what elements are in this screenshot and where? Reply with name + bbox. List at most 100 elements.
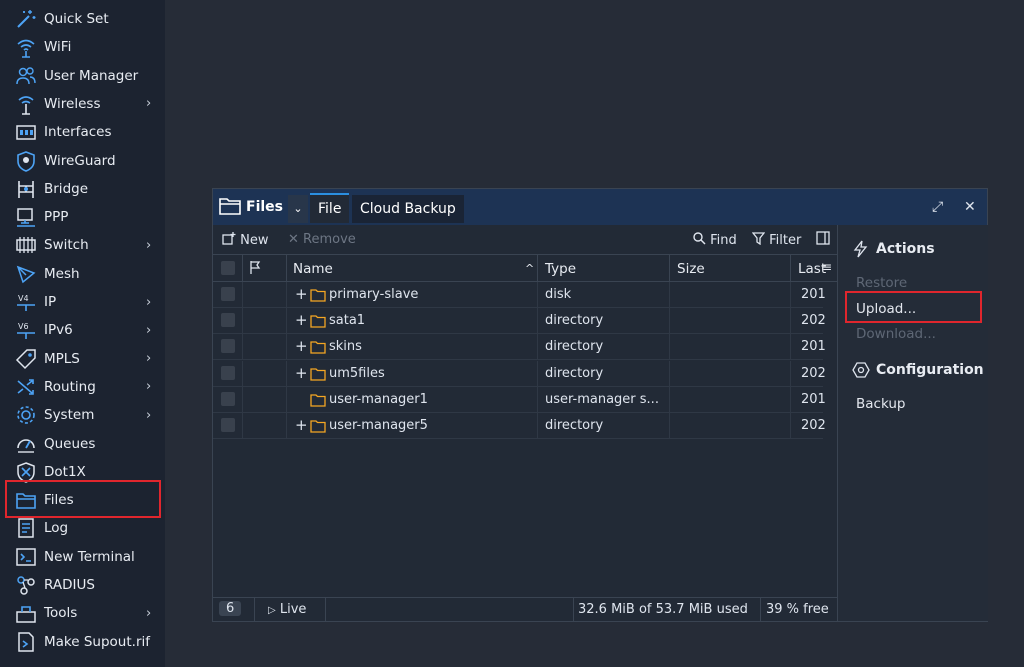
remove-button[interactable]: ✕ Remove bbox=[288, 232, 356, 247]
sidebar-item-wireless[interactable]: Wireless › bbox=[0, 90, 165, 118]
expand-icon[interactable]: + bbox=[295, 416, 308, 434]
column-type[interactable]: Type bbox=[545, 261, 576, 277]
folder-icon bbox=[310, 392, 326, 407]
sidebar-item-label: RADIUS bbox=[44, 577, 95, 593]
tab-cloud-backup[interactable]: Cloud Backup bbox=[352, 195, 464, 223]
table-row[interactable]: + user-manager5 directory 202 bbox=[213, 413, 826, 439]
mpls-icon bbox=[15, 348, 37, 370]
sidebar-item-interfaces[interactable]: Interfaces bbox=[0, 118, 165, 146]
table-row[interactable]: user-manager1 user-manager s... 201 bbox=[213, 386, 826, 413]
sidebar-item-switch[interactable]: Switch › bbox=[0, 231, 165, 259]
find-button[interactable]: Find bbox=[693, 232, 737, 248]
sidebar-item-dot1x[interactable]: Dot1X bbox=[0, 458, 165, 486]
sidebar-item-system[interactable]: System › bbox=[0, 401, 165, 429]
row-checkbox[interactable] bbox=[221, 339, 235, 354]
row-checkbox[interactable] bbox=[221, 418, 235, 432]
sidebar-item-ip[interactable]: V4 IP › bbox=[0, 288, 165, 316]
disk-usage: 32.6 MiB of 53.7 MiB used bbox=[578, 602, 748, 617]
live-label: Live bbox=[279, 602, 307, 617]
expand-icon[interactable]: + bbox=[295, 285, 308, 303]
sidebar-item-queues[interactable]: Queues bbox=[0, 430, 165, 458]
column-size[interactable]: Size bbox=[677, 261, 705, 277]
backup-button[interactable]: Backup bbox=[856, 396, 906, 412]
folder-icon bbox=[310, 339, 326, 355]
sidebar-item-label: Quick Set bbox=[44, 11, 109, 27]
live-toggle[interactable]: ▷ Live bbox=[268, 602, 306, 617]
expand-icon[interactable]: + bbox=[295, 337, 308, 355]
new-button[interactable]: New bbox=[222, 232, 269, 248]
upload-button[interactable]: Upload... bbox=[856, 301, 916, 317]
file-name: skins bbox=[329, 339, 362, 355]
sidebar-item-radius[interactable]: RADIUS bbox=[0, 571, 165, 599]
file-name: primary-slave bbox=[329, 287, 419, 302]
table-row[interactable]: + um5files directory 202 bbox=[213, 360, 826, 387]
switch-icon bbox=[15, 234, 37, 256]
panel-toggle-icon[interactable] bbox=[816, 231, 830, 249]
new-label: New bbox=[240, 233, 269, 248]
chevron-down-icon[interactable]: ⌄ bbox=[288, 195, 308, 223]
chevron-right-icon: › bbox=[146, 294, 152, 310]
filter-label: Filter bbox=[769, 233, 802, 248]
expand-icon[interactable]: + bbox=[295, 311, 308, 329]
sidebar-item-files[interactable]: Files bbox=[0, 486, 165, 514]
table-row[interactable]: + primary-slave disk 201 bbox=[213, 282, 826, 308]
table-row[interactable]: + skins directory 201 bbox=[213, 334, 826, 361]
tab-file[interactable]: File bbox=[310, 193, 350, 223]
column-name[interactable]: Name bbox=[293, 261, 333, 277]
folder-icon bbox=[310, 287, 326, 302]
sidebar-item-ppp[interactable]: PPP bbox=[0, 203, 165, 231]
select-all-checkbox[interactable] bbox=[221, 261, 235, 275]
dot1x-icon bbox=[15, 461, 37, 483]
sidebar-item-new-terminal[interactable]: New Terminal bbox=[0, 543, 165, 571]
files-table: Name ^ Type Size Last ≡ + primary-slave di… bbox=[213, 254, 837, 597]
file-last-modified: 202 bbox=[801, 418, 826, 433]
bridge-icon bbox=[15, 178, 37, 200]
folder-icon bbox=[15, 489, 37, 511]
sidebar-item-label: Interfaces bbox=[44, 124, 112, 141]
sidebar-item-log[interactable]: Log bbox=[0, 514, 165, 542]
sort-asc-icon: ^ bbox=[525, 262, 535, 275]
chevron-right-icon: › bbox=[146, 322, 152, 338]
folder-icon bbox=[310, 313, 326, 328]
sidebar-item-tools[interactable]: Tools › bbox=[0, 599, 165, 627]
filter-icon bbox=[751, 232, 766, 246]
sidebar-item-user-manager[interactable]: User Manager bbox=[0, 62, 165, 90]
sidebar-item-label: WireGuard bbox=[44, 152, 116, 169]
sidebar-item-routing[interactable]: Routing › bbox=[0, 373, 165, 401]
close-icon[interactable]: ✕ bbox=[964, 199, 976, 215]
table-row[interactable]: + sata1 directory 202 bbox=[213, 308, 826, 335]
sidebar-item-bridge[interactable]: Bridge bbox=[0, 175, 165, 203]
wand-icon bbox=[15, 8, 37, 30]
sidebar-item-mpls[interactable]: MPLS › bbox=[0, 345, 165, 373]
sidebar-item-wireguard[interactable]: WireGuard bbox=[0, 147, 165, 175]
file-name: user-manager5 bbox=[329, 418, 428, 433]
row-checkbox[interactable] bbox=[221, 287, 235, 301]
row-checkbox[interactable] bbox=[221, 391, 235, 406]
restore-button[interactable]: Restore bbox=[856, 275, 907, 291]
sidebar-item-ipv6[interactable]: V6 IPv6 › bbox=[0, 316, 165, 344]
download-button[interactable]: Download... bbox=[856, 326, 936, 342]
filter-button[interactable]: Filter bbox=[751, 232, 802, 248]
lightning-icon bbox=[852, 240, 870, 262]
sidebar-item-label: User Manager bbox=[44, 67, 139, 84]
file-name: user-manager1 bbox=[329, 391, 428, 407]
row-checkbox[interactable] bbox=[221, 365, 235, 380]
routing-icon bbox=[15, 376, 37, 398]
sidebar-item-mesh[interactable]: Mesh bbox=[0, 260, 165, 288]
window-title: Files bbox=[246, 199, 283, 215]
sidebar-item-wifi[interactable]: WiFi bbox=[0, 33, 165, 61]
row-checkbox[interactable] bbox=[221, 313, 235, 328]
expand-icon[interactable]: + bbox=[295, 364, 308, 382]
window-titlebar[interactable]: Files ⌄ File Cloud Backup ⤢ ✕ bbox=[213, 189, 987, 225]
file-type: directory bbox=[545, 339, 604, 355]
chevron-right-icon: › bbox=[146, 237, 152, 253]
maximize-icon[interactable]: ⤢ bbox=[932, 199, 943, 215]
supout-icon bbox=[15, 631, 37, 653]
sidebar-item-label: Make Supout.rif bbox=[44, 633, 151, 650]
sidebar-item-quick-set[interactable]: Quick Set bbox=[0, 5, 165, 33]
svg-text:V6: V6 bbox=[18, 322, 29, 331]
flag-icon bbox=[249, 260, 261, 278]
play-icon: ▷ bbox=[268, 605, 276, 616]
sidebar-item-make-supout-rif[interactable]: Make Supout.rif bbox=[0, 628, 165, 656]
column-menu-icon[interactable]: ≡ bbox=[822, 260, 832, 274]
